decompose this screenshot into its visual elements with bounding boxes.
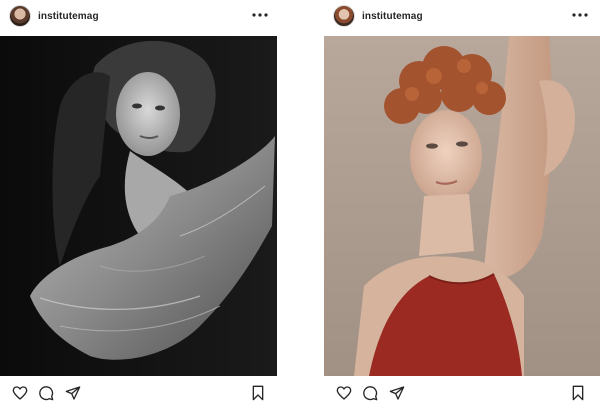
more-icon: [572, 13, 588, 17]
bookmark-icon: [252, 385, 264, 401]
post-header: institutemag: [324, 5, 600, 29]
save-button[interactable]: [570, 385, 586, 401]
share-button[interactable]: [65, 385, 81, 401]
share-icon: [389, 386, 405, 400]
avatar[interactable]: [9, 5, 31, 27]
username[interactable]: institutemag: [362, 11, 423, 22]
share-button[interactable]: [389, 385, 405, 401]
username[interactable]: institutemag: [38, 11, 99, 22]
post-header: institutemag: [0, 5, 280, 29]
comment-button[interactable]: [362, 385, 378, 401]
action-bar: [0, 385, 280, 405]
avatar[interactable]: [333, 5, 355, 27]
more-icon: [252, 13, 268, 17]
more-options-button[interactable]: [570, 8, 590, 22]
action-bar: [324, 385, 600, 405]
save-button[interactable]: [250, 385, 266, 401]
comment-button[interactable]: [38, 385, 54, 401]
heart-icon: [336, 386, 352, 400]
like-button[interactable]: [12, 385, 28, 401]
post-photo[interactable]: [324, 36, 600, 376]
comment-icon: [39, 386, 54, 401]
share-icon: [65, 386, 81, 400]
like-button[interactable]: [336, 385, 352, 401]
post-card-1: institutemag: [0, 0, 280, 420]
more-options-button[interactable]: [250, 8, 270, 22]
post-card-2: institutemag: [324, 0, 600, 420]
heart-icon: [12, 386, 28, 400]
post-photo[interactable]: [0, 36, 277, 376]
bookmark-icon: [572, 385, 584, 401]
comment-icon: [363, 386, 378, 401]
